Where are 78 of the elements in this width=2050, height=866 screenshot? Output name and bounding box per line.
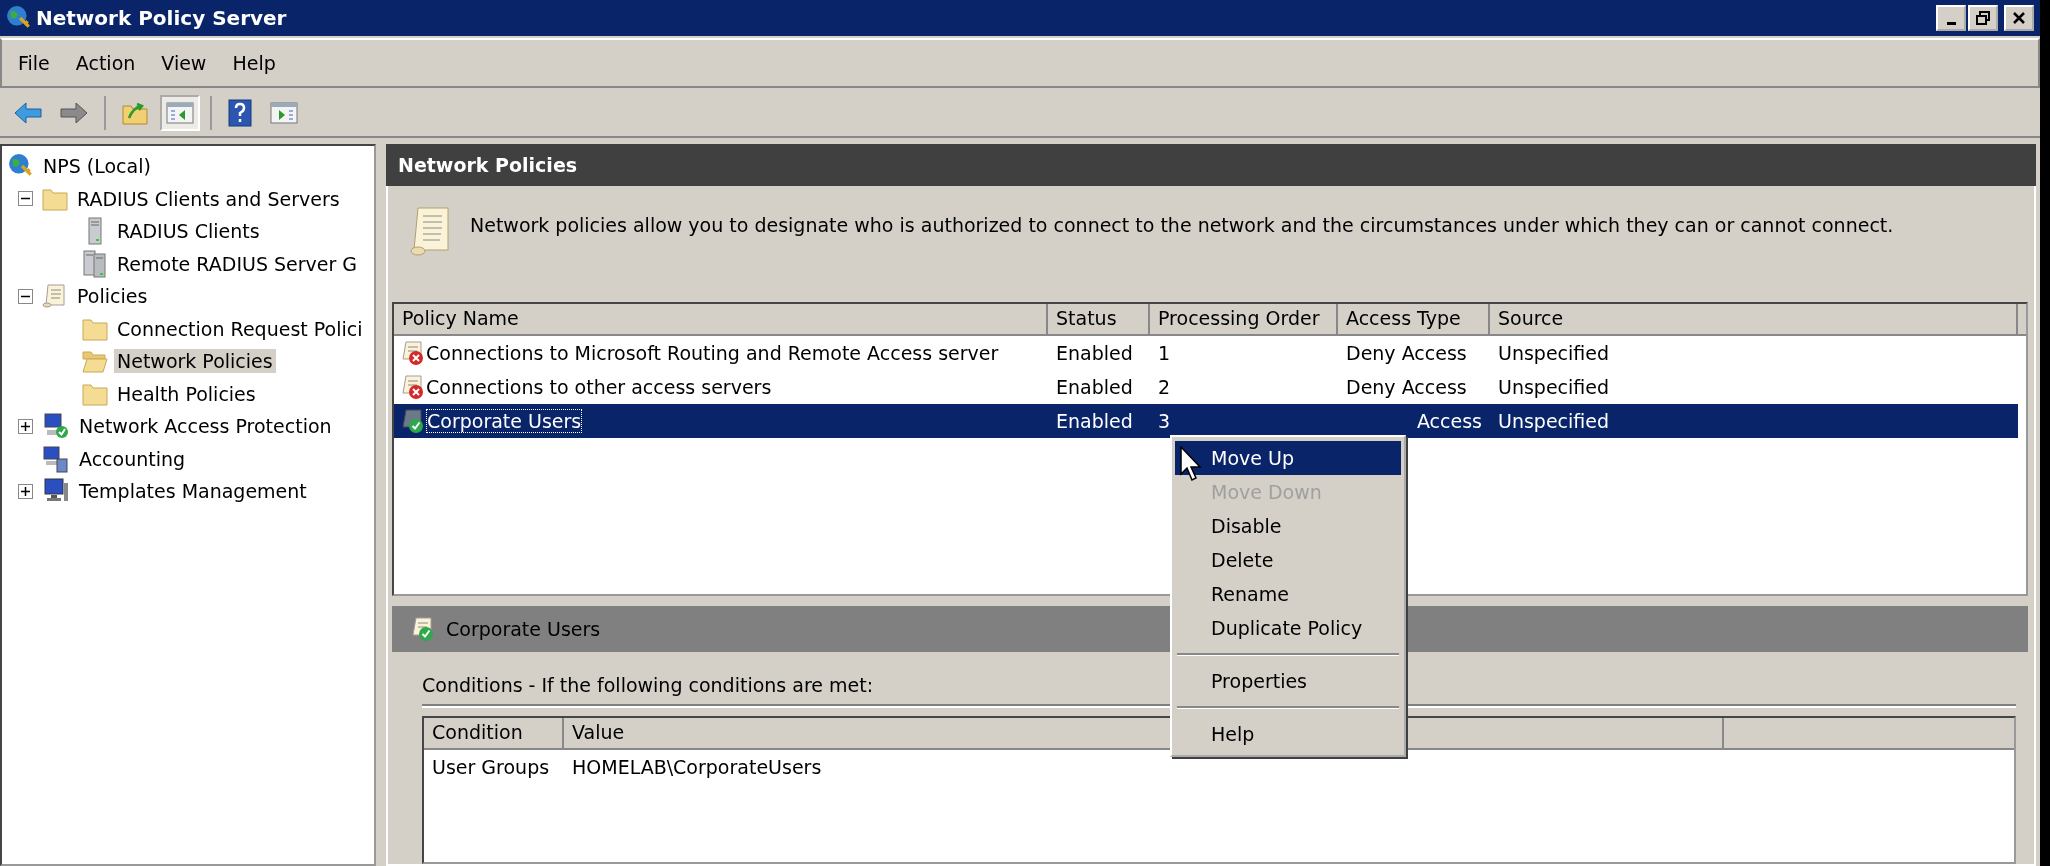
menu-item[interactable]: Help	[224, 50, 284, 76]
tree-item[interactable]: Accounting	[76, 446, 189, 471]
details-title: Corporate Users	[446, 618, 601, 640]
tree-item[interactable]: Network Access Protection	[76, 414, 335, 439]
tree-item[interactable]: Policies	[74, 284, 151, 309]
folder-icon	[82, 316, 108, 341]
status-cell-text: Enabled	[1055, 341, 1134, 366]
folder-icon	[42, 186, 68, 211]
access-type-cell-text: Deny Access	[1345, 375, 1468, 400]
expand-icon[interactable]	[17, 418, 33, 434]
policy-name: Connections to other access servers	[426, 376, 772, 398]
menu-item[interactable]: View	[153, 50, 215, 76]
order-cell-text: 3	[1157, 409, 1172, 434]
context-menu-item[interactable]: Duplicate Policy	[1175, 611, 1401, 645]
context-menu-item[interactable]: Disable	[1175, 509, 1401, 543]
column-header[interactable]: Access Type	[1338, 304, 1490, 336]
tree-item[interactable]: Templates Management	[76, 479, 310, 504]
policy-name: Connections to Microsoft Routing and Remote Access server	[426, 342, 999, 364]
context-menu-item[interactable]: Rename	[1175, 577, 1401, 611]
access-type-cell-text: Deny Access	[1345, 341, 1468, 366]
context-menu-item[interactable]: Delete	[1175, 543, 1401, 577]
window-title: Network Policy Server	[36, 6, 287, 30]
column-header[interactable]: Status	[1048, 304, 1150, 336]
restore-icon	[1975, 10, 1991, 26]
pane-title: Network Policies	[398, 154, 578, 176]
context-menu-item[interactable]: Move Up	[1175, 441, 1401, 475]
open-folder-icon	[82, 349, 108, 374]
restore-button[interactable]	[1968, 5, 1998, 31]
folder-icon	[82, 381, 108, 406]
column-header[interactable]: Policy Name	[394, 304, 1048, 336]
collapse-icon[interactable]	[17, 191, 33, 207]
conditions-label: Conditions - If the following conditions are met:	[422, 674, 874, 696]
description-text: Network policies allow you to designate who is authorized to connect to the network and the circumstances under which they can or cannot connect.	[470, 213, 1894, 236]
scroll-icon	[42, 283, 68, 310]
order-cell-text: 1	[1157, 341, 1172, 366]
context-menu-item[interactable]: Properties	[1175, 664, 1401, 698]
tree-item[interactable]: RADIUS Clients and Servers	[74, 186, 343, 211]
servers-icon	[82, 249, 108, 278]
scroll-icon	[410, 206, 452, 258]
source-cell-text: Unspecified	[1497, 341, 1611, 366]
tree-item[interactable]: Remote RADIUS Server G	[114, 251, 361, 276]
policy-grant-icon	[400, 408, 426, 434]
menu-item[interactable]: Action	[67, 50, 144, 76]
close-icon	[2011, 10, 2027, 26]
collapse-icon[interactable]	[17, 288, 33, 304]
tree-item[interactable]: Network Policies	[114, 349, 276, 374]
source-cell-text: Unspecified	[1497, 409, 1611, 434]
tree-item[interactable]: Health Policies	[114, 381, 259, 406]
policy-deny-icon	[400, 340, 426, 366]
access-type-cell-text: Access	[1415, 409, 1483, 434]
minimize-icon	[1946, 21, 1956, 25]
policy-deny-icon	[400, 374, 426, 400]
minimize-button[interactable]	[1936, 5, 1966, 31]
policy-grant-icon	[410, 616, 436, 642]
close-button[interactable]	[2004, 5, 2034, 31]
tree-item[interactable]: Connection Request Polici	[114, 316, 366, 341]
context-menu-item[interactable]: Help	[1175, 717, 1401, 751]
menu-item[interactable]: File	[10, 50, 58, 76]
status-cell-text: Enabled	[1055, 375, 1134, 400]
table-cell-text: HOMELAB\CorporateUsers	[571, 755, 823, 780]
column-header[interactable]: Condition	[424, 718, 564, 750]
expand-icon[interactable]	[17, 483, 33, 499]
globe-key-icon	[6, 5, 32, 31]
tree-item[interactable]: RADIUS Clients	[114, 219, 263, 244]
source-cell-text: Unspecified	[1497, 375, 1611, 400]
mouse-pointer-icon	[1180, 446, 1204, 482]
column-header[interactable]: Processing Order	[1150, 304, 1338, 336]
table-cell-text: User Groups	[431, 755, 551, 780]
status-cell-text: Enabled	[1055, 409, 1134, 434]
order-cell-text: 2	[1157, 375, 1172, 400]
tree-item[interactable]: NPS (Local)	[40, 154, 154, 179]
computer-check-icon	[42, 412, 70, 441]
policy-row[interactable]: Connections to Microsoft Routing and Remote Access server Enabled 1 Deny Access Unspecified	[394, 336, 2026, 370]
column-header[interactable]: Source	[1490, 304, 2018, 336]
policy-name: Corporate Users	[426, 409, 583, 433]
policy-row[interactable]: Corporate Users Enabled 3 Access Unspecified	[394, 404, 2018, 438]
computers-icon	[42, 444, 70, 473]
policy-row[interactable]: Connections to other access servers Enabled 2 Deny Access Unspecified	[394, 370, 2026, 404]
